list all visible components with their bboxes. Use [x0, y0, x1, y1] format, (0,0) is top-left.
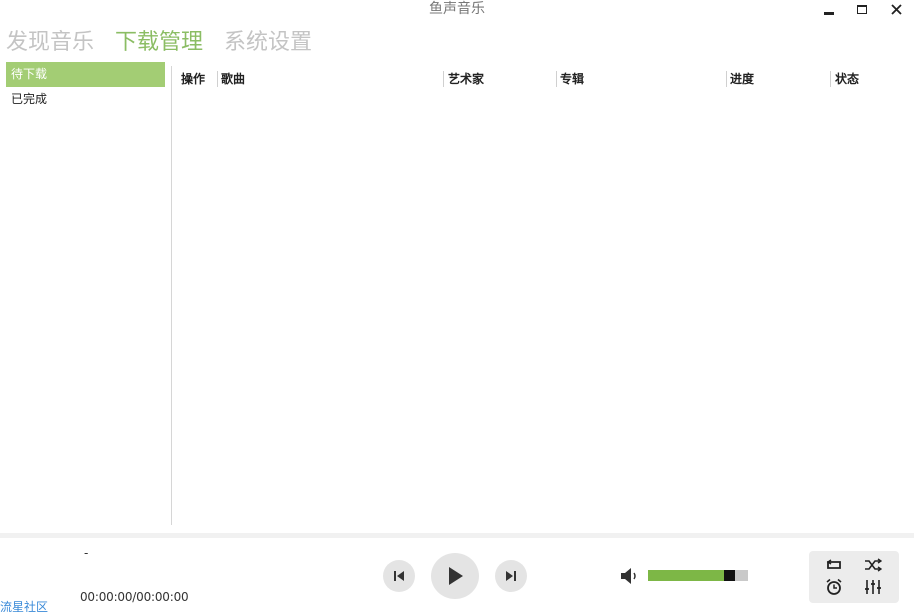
column-header-album[interactable]: 专辑 — [556, 66, 584, 92]
minimize-icon — [824, 11, 834, 15]
play-icon — [449, 567, 463, 585]
maximize-icon — [857, 4, 867, 14]
column-header-status[interactable]: 状态 — [831, 66, 859, 92]
minimize-button[interactable] — [818, 0, 840, 18]
shuffle-button[interactable] — [863, 556, 883, 574]
community-link[interactable]: 流星社区 — [0, 598, 48, 612]
current-song-title: - — [84, 546, 89, 560]
tab-discover-music[interactable]: 发现音乐 — [6, 28, 94, 58]
volume-slider-fill — [648, 570, 724, 581]
next-track-button[interactable] — [495, 560, 527, 592]
download-table-header: 操作 歌曲 艺术家 专辑 进度 状态 — [172, 66, 914, 92]
sleep-timer-button[interactable] — [824, 578, 844, 596]
column-header-actions[interactable]: 操作 — [177, 66, 205, 92]
main-nav: 发现音乐 下载管理 系统设置 — [6, 28, 312, 58]
sidebar-item-pending[interactable]: 待下载 — [6, 62, 165, 87]
previous-track-button[interactable] — [383, 560, 415, 592]
app-title: 鱼声音乐 — [429, 1, 485, 17]
repeat-button[interactable] — [824, 556, 844, 574]
play-button[interactable] — [431, 553, 479, 599]
volume-button[interactable] — [620, 567, 640, 585]
equalizer-button[interactable] — [863, 578, 883, 596]
column-header-progress[interactable]: 进度 — [726, 66, 754, 92]
alarm-clock-icon — [826, 578, 842, 595]
shuffle-icon — [865, 558, 882, 572]
skip-previous-icon — [394, 571, 404, 581]
skip-next-icon — [506, 571, 516, 581]
column-header-song[interactable]: 歌曲 — [217, 66, 245, 92]
column-header-artist[interactable]: 艺术家 — [444, 66, 484, 92]
playback-time: 00:00:00/00:00:00 — [80, 590, 189, 604]
sidebar-divider — [171, 66, 172, 525]
download-sidebar: 待下载 已完成 — [6, 62, 165, 112]
tab-system-settings[interactable]: 系统设置 — [224, 28, 312, 58]
sidebar-item-completed[interactable]: 已完成 — [6, 87, 165, 112]
repeat-icon — [826, 559, 841, 569]
tab-download-manager[interactable]: 下载管理 — [115, 28, 203, 58]
volume-slider-handle[interactable] — [724, 570, 735, 581]
equalizer-icon — [865, 580, 881, 594]
close-button[interactable] — [885, 0, 907, 18]
play-mode-panel — [809, 551, 899, 603]
close-icon — [890, 3, 902, 15]
title-bar: 鱼声音乐 — [0, 0, 914, 22]
maximize-button[interactable] — [851, 0, 873, 18]
volume-icon — [621, 568, 636, 584]
volume-slider[interactable] — [648, 570, 748, 581]
player-bar: - 00:00:00/00:00:00 流星社区 — [0, 538, 914, 612]
